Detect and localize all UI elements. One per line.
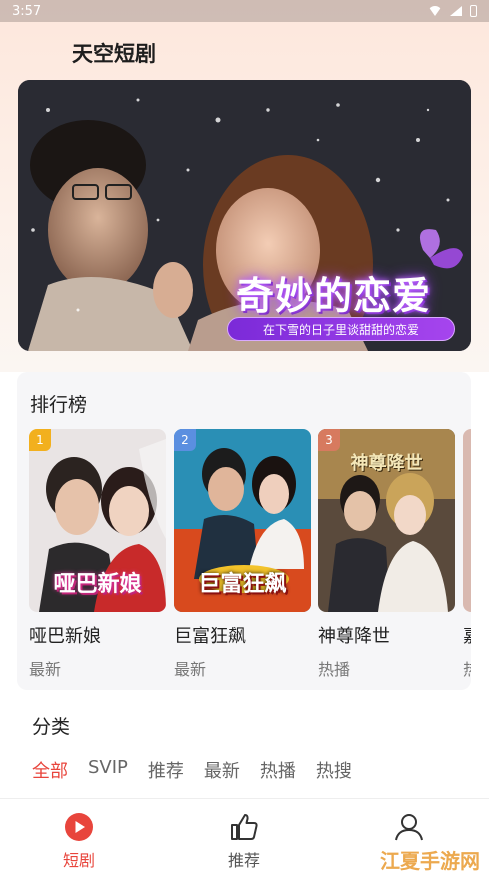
poster-image[interactable]: 3 神尊降世 bbox=[318, 429, 455, 612]
category-hot[interactable]: 热播 bbox=[260, 757, 296, 783]
user-icon bbox=[395, 814, 423, 841]
drama-name: 神尊降世 bbox=[318, 626, 390, 647]
tab-shorts[interactable]: 短剧 bbox=[29, 799, 129, 874]
rank-badge: 3 bbox=[318, 429, 340, 451]
poster-title: 哑巴新娘 bbox=[53, 571, 142, 597]
poster-illustration bbox=[463, 429, 471, 612]
status-time: 3:57 bbox=[12, 3, 42, 19]
rank-badge: 1 bbox=[29, 429, 51, 451]
tab-label: 推荐 bbox=[227, 851, 260, 870]
tab-label: 短剧 bbox=[62, 851, 95, 870]
drama-name: 巨富狂飙 bbox=[174, 626, 246, 647]
thumbs-up-icon bbox=[231, 814, 258, 840]
banner-title: 奇妙的恋爱 bbox=[236, 273, 432, 318]
watermark-logo: 江夏手游网 bbox=[380, 849, 480, 873]
category-latest[interactable]: 最新 bbox=[204, 757, 240, 783]
signal-icon bbox=[450, 6, 462, 16]
status-bar: 3:57 bbox=[0, 0, 489, 22]
ranking-item[interactable]: 2 巨富狂飙 巨富狂飙 最新 bbox=[174, 429, 311, 680]
ranking-item[interactable]: 嘉 热 bbox=[463, 429, 471, 680]
category-recommend[interactable]: 推荐 bbox=[148, 757, 184, 783]
tab-recommend[interactable]: 推荐 bbox=[194, 799, 294, 874]
wifi-icon bbox=[428, 6, 442, 16]
rank-badge: 2 bbox=[174, 429, 196, 451]
poster-image[interactable] bbox=[463, 429, 471, 612]
category-trending[interactable]: 热搜 bbox=[316, 757, 352, 783]
drama-tag: 热 bbox=[463, 656, 471, 680]
ranking-item[interactable]: 1 哑巴新娘 哑巴新娘 最新 bbox=[29, 429, 166, 680]
poster-image[interactable]: 2 巨富狂飙 bbox=[174, 429, 311, 612]
poster-image[interactable]: 1 哑巴新娘 bbox=[29, 429, 166, 612]
drama-tag: 最新 bbox=[29, 660, 62, 679]
drama-name: 嘉 bbox=[463, 622, 471, 648]
drama-tag: 热播 bbox=[318, 660, 351, 679]
ranking-item[interactable]: 3 神尊降世 神尊降世 热播 bbox=[318, 429, 455, 680]
category-tabs: 全部 SVIP 推荐 最新 热播 热搜 bbox=[32, 757, 372, 783]
category-title: 分类 bbox=[32, 716, 71, 738]
status-icons bbox=[428, 5, 477, 17]
category-svip[interactable]: SVIP bbox=[88, 757, 128, 783]
banner-subtitle: 在下雪的日子里谈甜甜的恋爱 bbox=[227, 317, 455, 341]
ranking-title: 排行榜 bbox=[30, 394, 88, 416]
poster-title: 神尊降世 bbox=[350, 453, 423, 474]
ranking-section: 排行榜 1 哑巴新娘 哑巴新娘 最新 2 巨富狂飙 巨富狂飙 最新 3 神尊降世… bbox=[17, 372, 471, 690]
drama-name: 哑巴新娘 bbox=[29, 626, 101, 647]
featured-banner[interactable]: 奇妙的恋爱 在下雪的日子里谈甜甜的恋爱 bbox=[18, 80, 471, 351]
poster-title: 巨富狂飙 bbox=[198, 571, 287, 597]
play-circle-icon bbox=[65, 813, 93, 841]
battery-icon bbox=[470, 5, 477, 17]
category-all[interactable]: 全部 bbox=[32, 757, 68, 783]
drama-tag: 最新 bbox=[174, 660, 207, 679]
app-title: 天空短剧 bbox=[72, 42, 156, 66]
